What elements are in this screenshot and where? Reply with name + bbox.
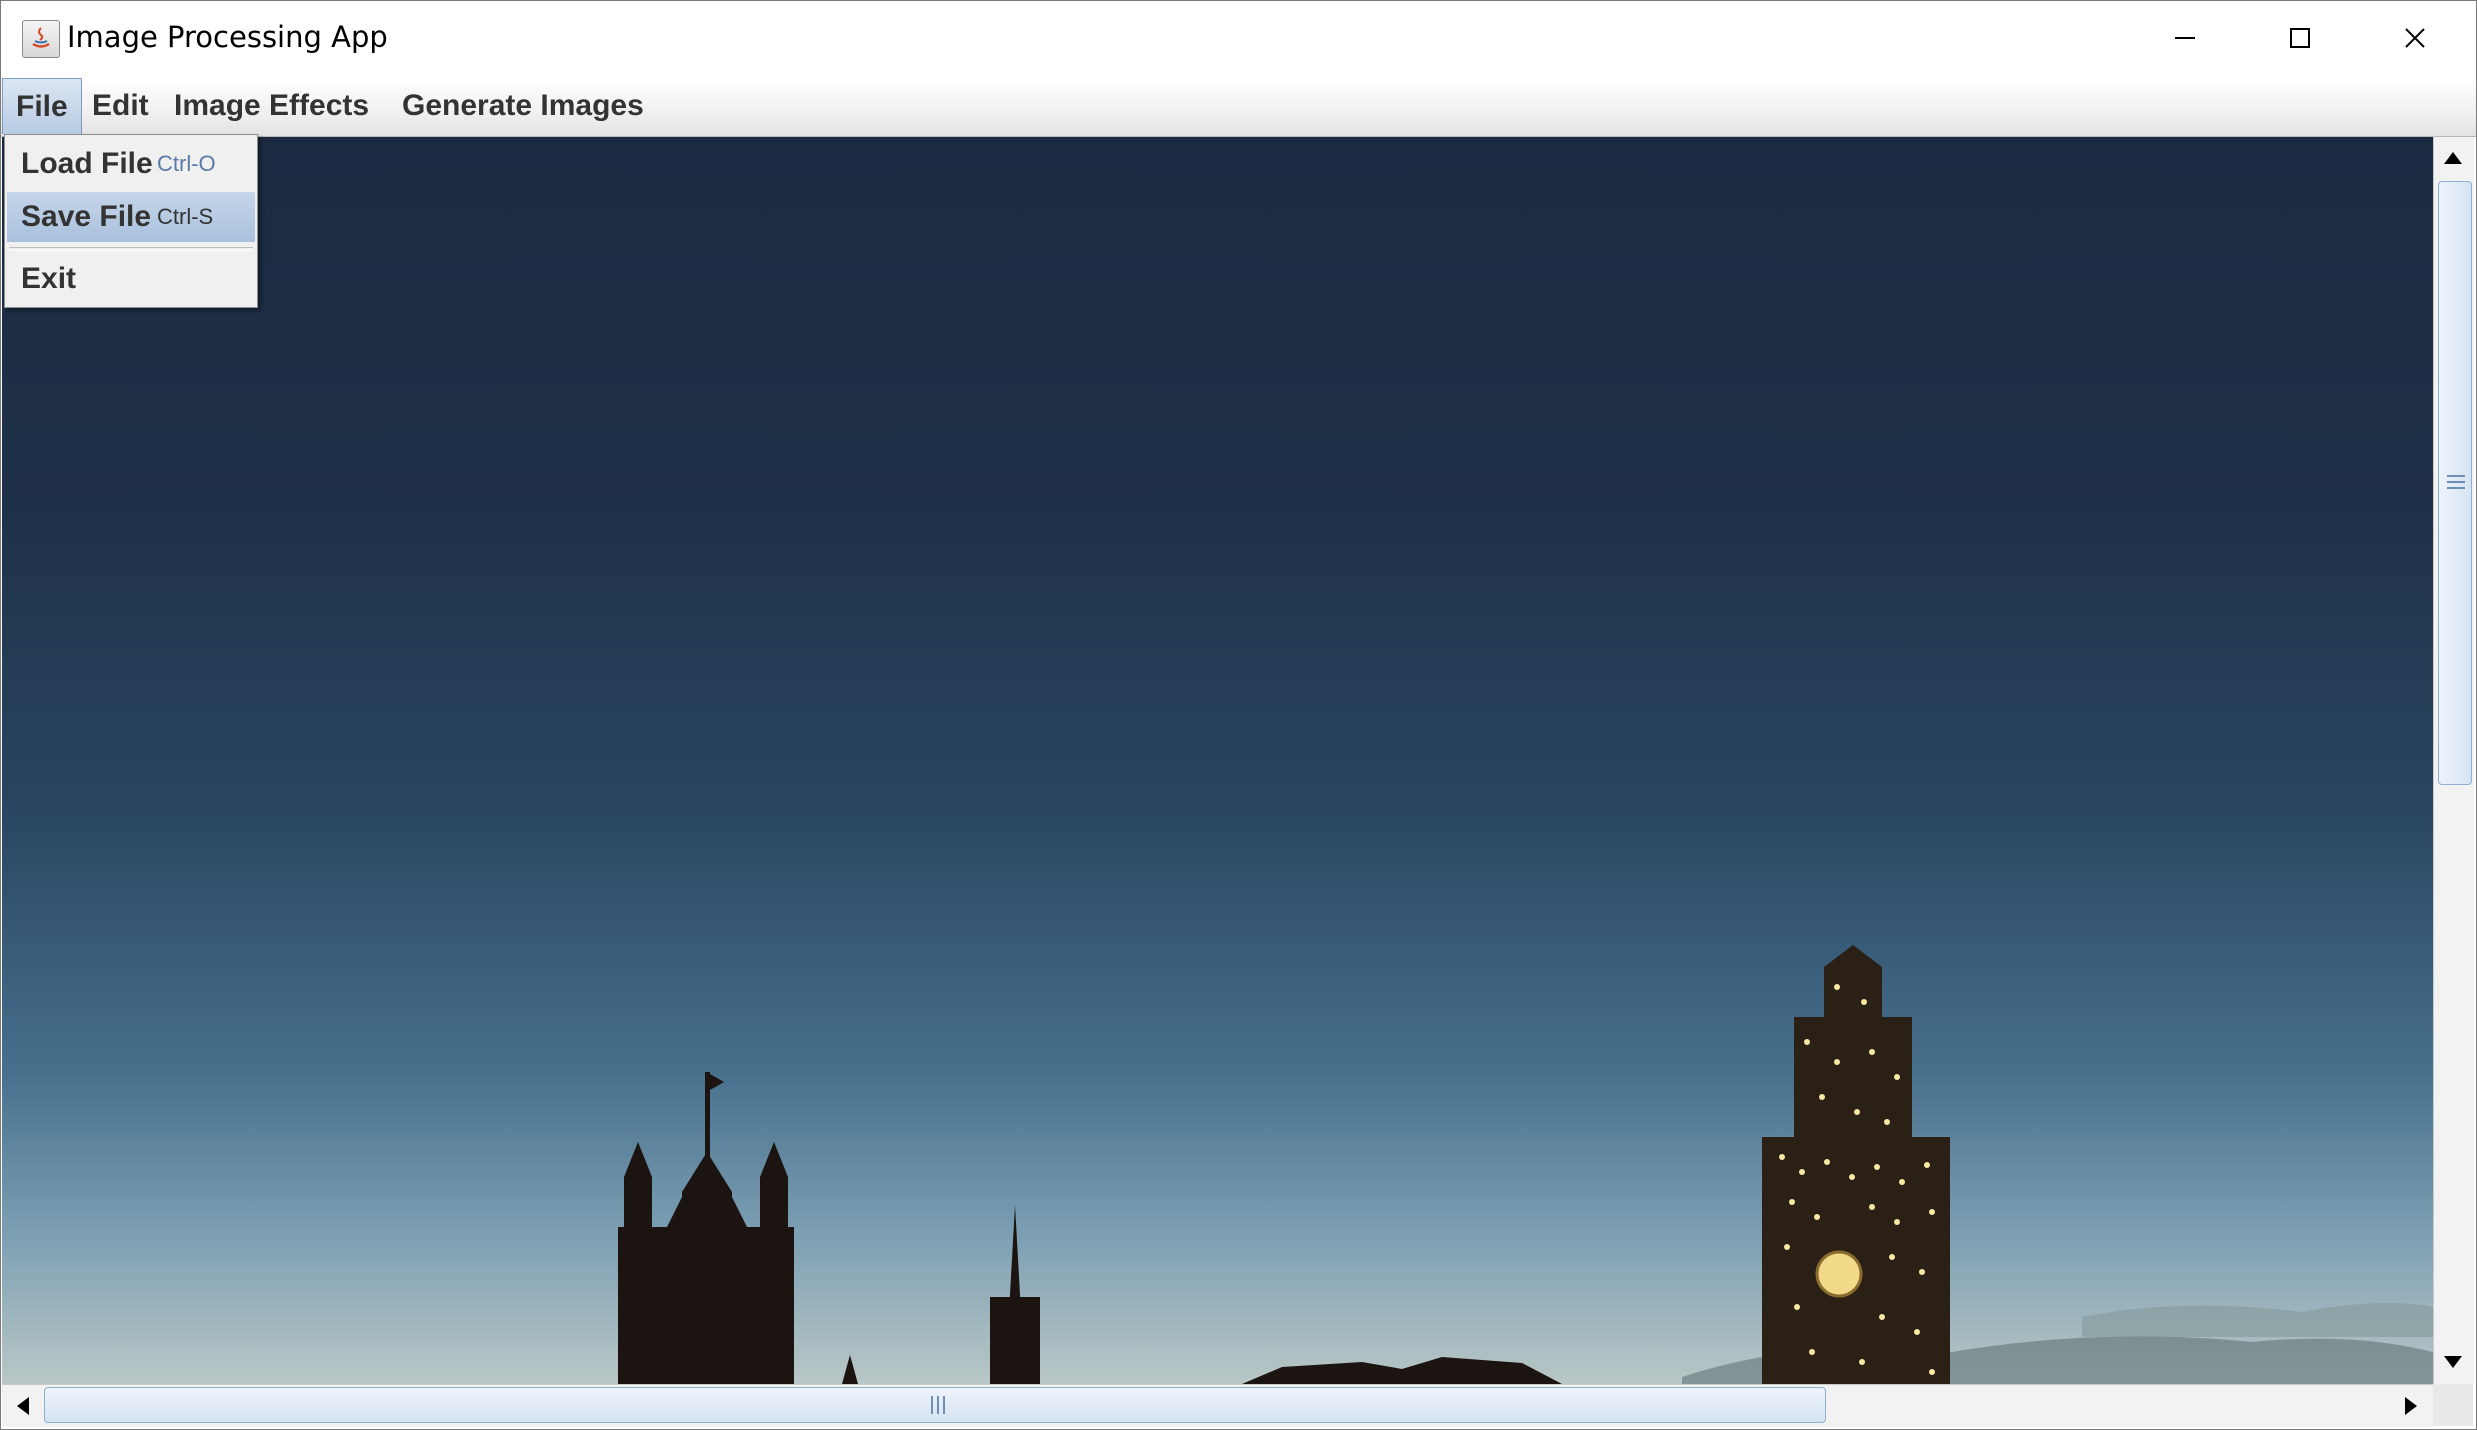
menu-item-load-file[interactable]: Load File Ctrl-O	[7, 139, 255, 189]
menu-item-label: Load File	[21, 147, 153, 180]
menu-item-save-file[interactable]: Save File Ctrl-S	[7, 192, 255, 242]
horizontal-scrollbar[interactable]	[2, 1384, 2433, 1427]
title-bar: Image Processing App	[0, 0, 2477, 79]
westminster-photo	[618, 945, 2433, 1384]
vertical-scrollbar[interactable]	[2433, 137, 2474, 1384]
scroll-right-button[interactable]	[2392, 1387, 2430, 1425]
menu-edit[interactable]: Edit	[79, 78, 162, 134]
scroll-down-button[interactable]	[2434, 1343, 2472, 1381]
arrow-right-icon	[2405, 1397, 2417, 1415]
vertical-scroll-thumb[interactable]	[2438, 181, 2472, 785]
java-app-icon	[22, 20, 60, 58]
arrow-left-icon	[17, 1397, 29, 1415]
maximize-button[interactable]	[2242, 0, 2357, 76]
scroll-corner	[2433, 1384, 2473, 1426]
file-menu-dropdown: Load File Ctrl-O Save File Ctrl-S Exit	[4, 134, 258, 308]
minimize-button[interactable]	[2127, 0, 2242, 76]
menu-separator	[9, 247, 253, 251]
close-button[interactable]	[2357, 0, 2472, 76]
menu-item-shortcut: Ctrl-O	[157, 151, 216, 176]
window-title: Image Processing App	[67, 20, 388, 54]
menu-item-label: Save File	[21, 200, 152, 233]
menu-image-effects[interactable]: Image Effects	[161, 78, 382, 134]
grip-icon	[931, 1396, 945, 1414]
image-canvas[interactable]	[2, 137, 2433, 1384]
grip-icon	[2447, 475, 2465, 489]
menu-item-exit[interactable]: Exit	[7, 254, 255, 304]
scroll-left-button[interactable]	[4, 1387, 42, 1425]
menu-generate-images[interactable]: Generate Images	[389, 78, 657, 134]
menu-bar: File Edit Image Effects Generate Images	[0, 78, 2477, 137]
scroll-up-button[interactable]	[2434, 139, 2472, 177]
menu-item-shortcut: Ctrl-S	[157, 204, 214, 229]
maximize-icon	[2289, 28, 2310, 48]
minimize-icon	[2174, 37, 2195, 39]
horizontal-scroll-thumb[interactable]	[44, 1387, 1826, 1423]
menu-file[interactable]: File	[2, 78, 82, 134]
arrow-down-icon	[2444, 1356, 2462, 1368]
menu-item-label: Exit	[21, 262, 77, 295]
close-icon	[2404, 28, 2425, 48]
arrow-up-icon	[2444, 152, 2462, 164]
